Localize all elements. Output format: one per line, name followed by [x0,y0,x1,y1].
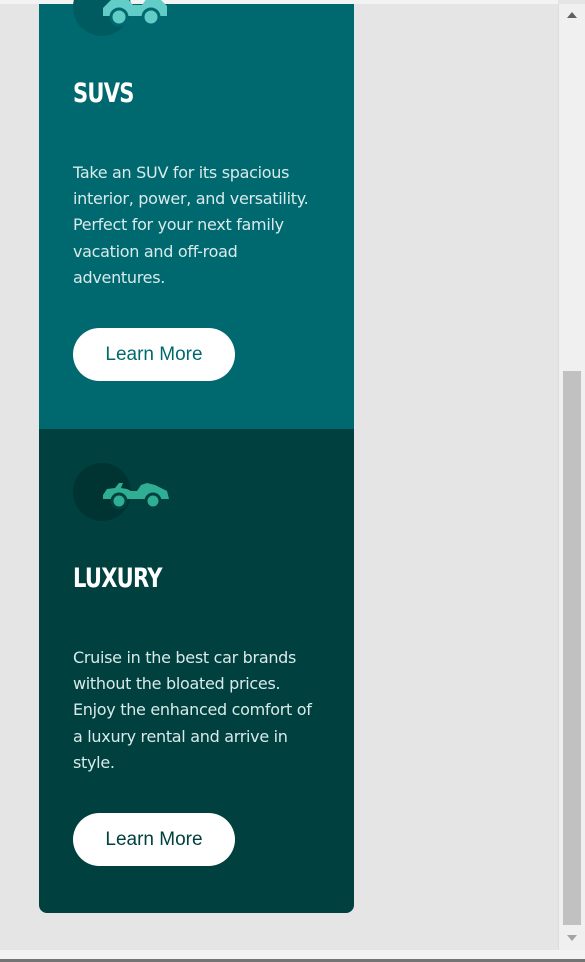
card-title: LUXURY [73,563,163,594]
convertible-icon [103,483,169,510]
scroll-up-arrow-icon[interactable] [567,12,577,18]
car-category-cards: SUVS Take an SUV for its spacious interi… [39,0,354,913]
luxury-card: LUXURY Cruise in the best car brands wit… [39,429,354,913]
scrollbar-thumb[interactable] [563,371,581,925]
learn-more-button[interactable]: Learn More [73,813,235,866]
scroll-down-arrow-icon[interactable] [567,935,577,941]
card-title: SUVS [73,78,134,109]
card-description: Cruise in the best car brands without th… [73,648,312,772]
suv-icon [103,0,167,27]
suvs-card: SUVS Take an SUV for its spacious interi… [39,0,354,429]
card-description: Take an SUV for its spacious interior, p… [73,163,309,287]
learn-more-button[interactable]: Learn More [73,328,235,381]
vertical-scrollbar[interactable] [558,4,585,950]
